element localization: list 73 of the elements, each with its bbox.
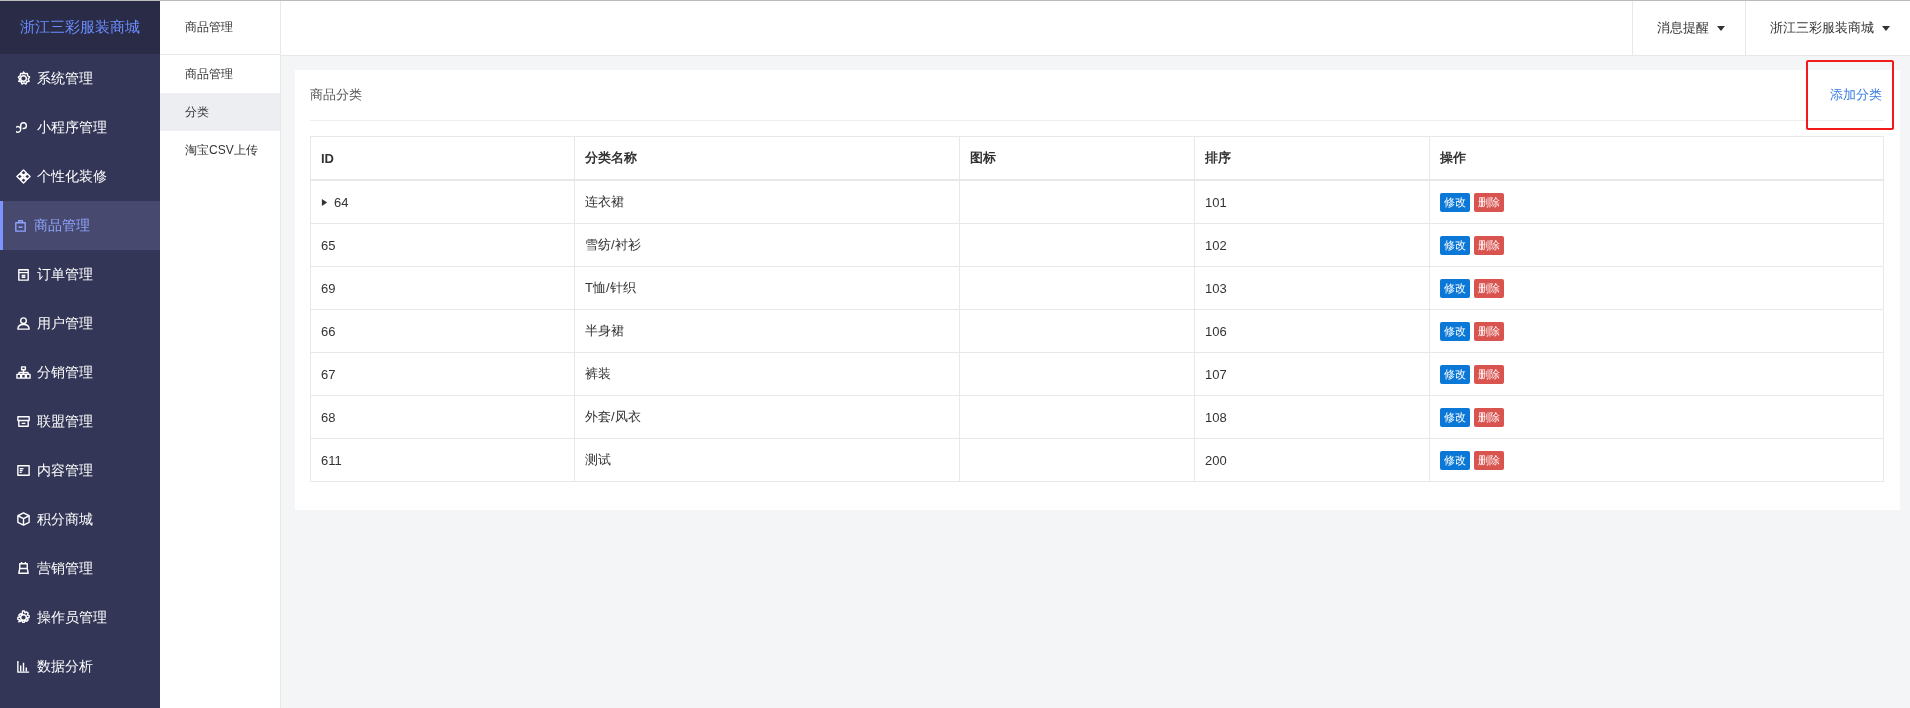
edit-button[interactable]: 修改 (1440, 321, 1470, 341)
delete-button[interactable]: 删除 (1474, 450, 1504, 470)
add-category-link[interactable]: 添加分类 (1806, 60, 1894, 130)
subnav-item[interactable]: 淘宝CSV上传 (160, 131, 280, 169)
delete-button[interactable]: 删除 (1474, 321, 1504, 341)
table-cell: 108 (1194, 395, 1430, 439)
brand-title: 浙江三彩服装商城 (0, 1, 160, 54)
table-cell: 65 (310, 223, 575, 267)
table-cell: 103 (1194, 266, 1430, 310)
table-cell: 69 (310, 266, 575, 310)
subnav-item[interactable]: 分类 (160, 93, 280, 131)
table-cell: 200 (1194, 438, 1430, 482)
delete-button[interactable]: 删除 (1474, 364, 1504, 384)
menu-item-icon (16, 512, 31, 527)
edit-button[interactable]: 修改 (1440, 407, 1470, 427)
subnav-title: 商品管理 (160, 1, 280, 55)
table-cell: T恤/针织 (574, 266, 960, 310)
sidebar-item[interactable]: 分销管理 (0, 348, 160, 397)
expand-icon[interactable] (321, 197, 328, 207)
menu-item-icon (16, 659, 31, 674)
menu-item-icon (16, 463, 31, 478)
edit-button[interactable]: 修改 (1440, 450, 1470, 470)
sidebar-item[interactable]: 联盟管理 (0, 397, 160, 446)
column-header: ID (310, 136, 575, 180)
table-cell: 测试 (574, 438, 960, 482)
edit-button[interactable]: 修改 (1440, 235, 1470, 255)
menu-item-icon (16, 316, 31, 331)
sidebar-item[interactable]: 积分商城 (0, 495, 160, 544)
menu-item-icon (16, 365, 31, 380)
table-cell: 68 (310, 395, 575, 439)
table-cell: 102 (1194, 223, 1430, 267)
column-header: 分类名称 (574, 136, 960, 180)
sidebar-item[interactable]: 系统管理 (0, 54, 160, 103)
table-cell: 66 (310, 309, 575, 353)
menu-item-icon (16, 169, 31, 184)
sidebar-item[interactable]: 操作员管理 (0, 593, 160, 642)
table-cell: 雪纺/衬衫 (574, 223, 960, 267)
menu-item-icon (16, 71, 31, 86)
subnav-item[interactable]: 商品管理 (160, 55, 280, 93)
sidebar-item[interactable]: 内容管理 (0, 446, 160, 495)
table-cell: 外套/风衣 (574, 395, 960, 439)
menu-item-icon (16, 414, 31, 429)
panel-title: 商品分类 (310, 86, 362, 104)
table-cell: 107 (1194, 352, 1430, 396)
table-cell: 连衣裙 (574, 180, 960, 224)
table-cell: 101 (1194, 180, 1430, 224)
menu-item-icon (16, 610, 31, 625)
table-cell: 裤装 (574, 352, 960, 396)
table-cell: 半身裙 (574, 309, 960, 353)
delete-button[interactable]: 删除 (1474, 235, 1504, 255)
delete-button[interactable]: 删除 (1474, 278, 1504, 298)
edit-button[interactable]: 修改 (1440, 278, 1470, 298)
menu-item-icon (13, 218, 28, 233)
column-header: 图标 (959, 136, 1195, 180)
sidebar-item[interactable]: 订单管理 (0, 250, 160, 299)
column-header: 操作 (1429, 136, 1884, 180)
table-cell: 67 (310, 352, 575, 396)
sidebar-item[interactable]: 用户管理 (0, 299, 160, 348)
edit-button[interactable]: 修改 (1440, 192, 1470, 212)
table-cell: 106 (1194, 309, 1430, 353)
edit-button[interactable]: 修改 (1440, 364, 1470, 384)
sidebar-item[interactable]: 营销管理 (0, 544, 160, 593)
menu-item-icon (16, 267, 31, 282)
menu-item-icon (16, 561, 31, 576)
table-cell: 611 (310, 438, 575, 482)
table-cell: 64 (310, 180, 575, 224)
sidebar-item[interactable]: 小程序管理 (0, 103, 160, 152)
delete-button[interactable]: 删除 (1474, 407, 1504, 427)
sidebar-item[interactable]: 个性化装修 (0, 152, 160, 201)
delete-button[interactable]: 删除 (1474, 192, 1504, 212)
column-header: 排序 (1194, 136, 1430, 180)
sidebar-item[interactable]: 数据分析 (0, 642, 160, 691)
sidebar-item[interactable]: 商品管理 (0, 201, 160, 250)
